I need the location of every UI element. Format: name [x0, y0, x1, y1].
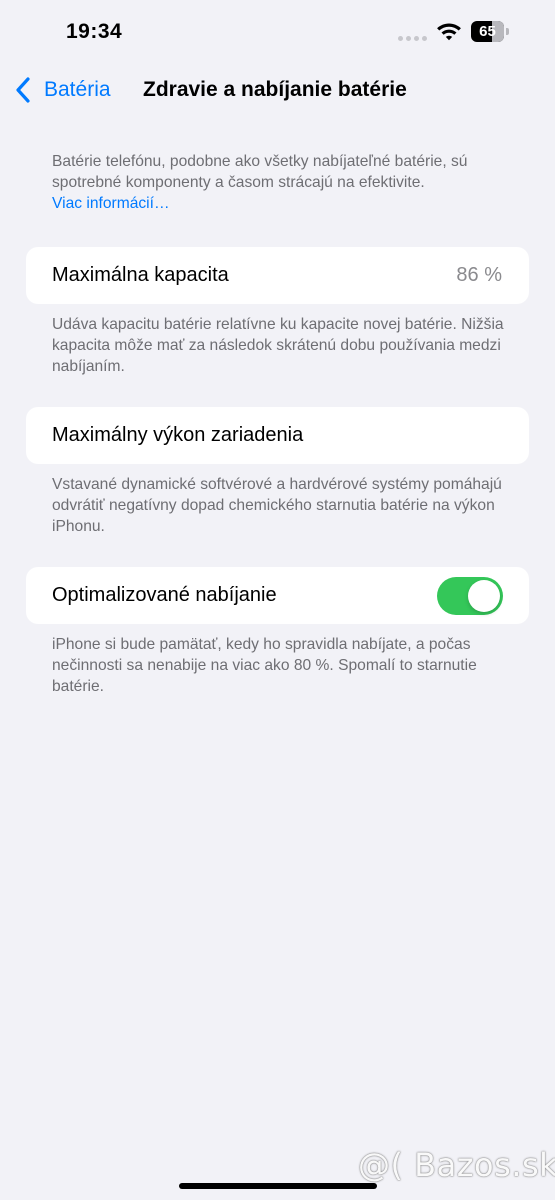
chevron-left-icon [16, 77, 30, 103]
max-capacity-label: Maximálna kapacita [52, 264, 229, 286]
home-indicator[interactable] [179, 1183, 377, 1189]
optimized-charging-row: Optimalizované nabíjanie [26, 567, 529, 624]
back-button[interactable]: Batéria [14, 74, 111, 106]
more-info-link[interactable]: Viac informácií… [52, 193, 522, 214]
cellular-signal-icon [398, 36, 427, 41]
battery-icon: 65 [471, 21, 509, 43]
max-capacity-footnote: Udáva kapacitu batérie relatívne ku kapa… [52, 316, 504, 375]
max-capacity-value: 86 % [456, 264, 502, 286]
wifi-icon [437, 23, 461, 41]
toggle-knob [468, 580, 500, 612]
bazos-watermark: @( Bazos.sk [358, 1146, 555, 1184]
optimized-charging-toggle[interactable] [437, 577, 503, 615]
intro-text: Batérie telefónu, podobne ako všetky nab… [52, 153, 468, 191]
status-time: 19:34 [66, 20, 123, 43]
page-title: Zdravie a nabíjanie batérie [143, 78, 407, 101]
intro-footnote: Batérie telefónu, podobne ako všetky nab… [52, 151, 522, 214]
peak-performance-footnote: Vstavané dynamické softvérové a hardvéro… [52, 476, 502, 535]
back-button-label: Batéria [44, 78, 111, 101]
navigation-bar: Batéria Zdravie a nabíjanie batérie [0, 64, 555, 116]
peak-performance-label: Maximálny výkon zariadenia [52, 424, 304, 446]
status-bar: 19:34 65 [0, 0, 555, 64]
optimized-charging-label: Optimalizované nabíjanie [52, 584, 277, 606]
battery-percent: 65 [479, 23, 496, 40]
optimized-charging-footnote: iPhone si bude pamätať, kedy ho spravidl… [52, 636, 477, 695]
max-capacity-row: Maximálna kapacita 86 % [26, 247, 529, 304]
peak-performance-row[interactable]: Maximálny výkon zariadenia [26, 407, 529, 464]
